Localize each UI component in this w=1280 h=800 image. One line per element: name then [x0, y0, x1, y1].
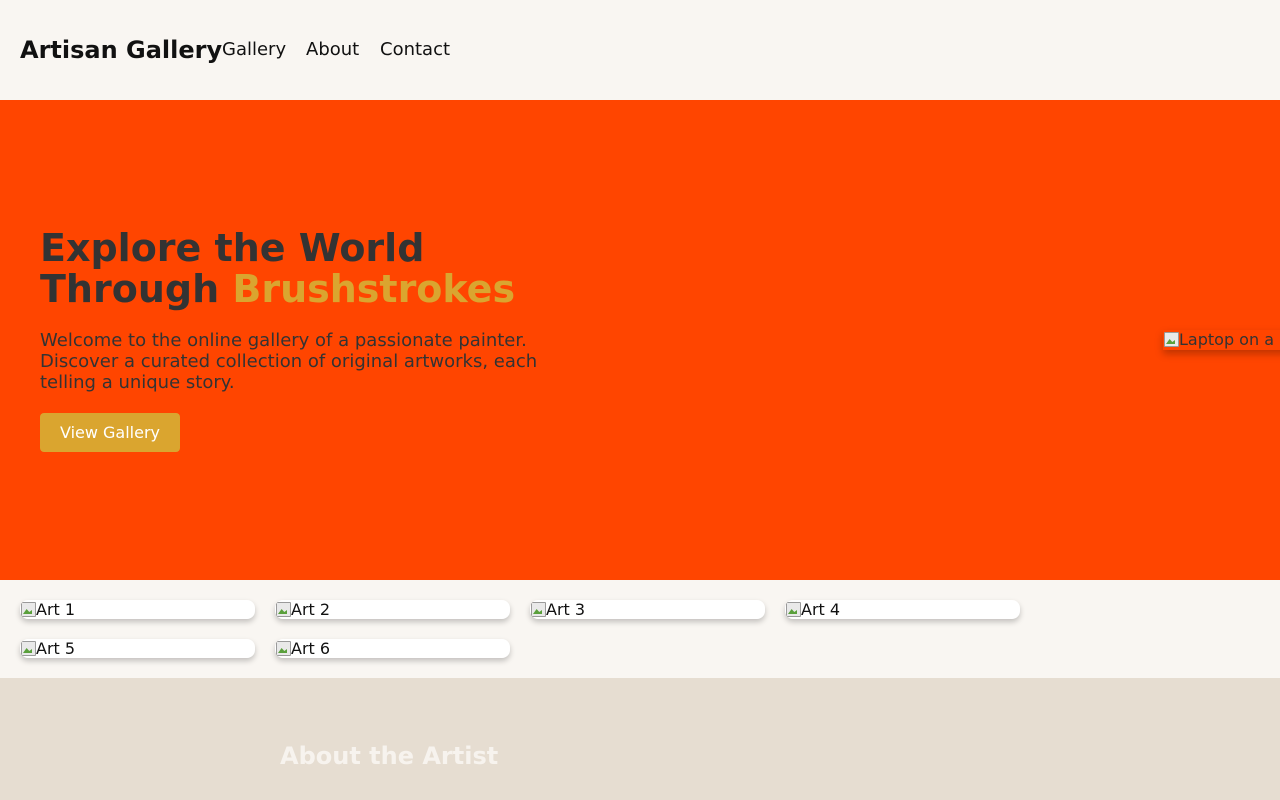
gallery-item-alt: Art 3 [546, 600, 586, 619]
hero-image-alt: Laptop on a [1179, 330, 1274, 349]
gallery-item-alt: Art 1 [36, 600, 76, 619]
about-section: About the Artist [0, 678, 1280, 800]
gallery-item[interactable]: Art 6 [275, 639, 510, 658]
gallery-item[interactable]: Art 2 [275, 600, 510, 619]
site-logo[interactable]: Artisan Gallery [20, 34, 222, 66]
view-gallery-button[interactable]: View Gallery [40, 413, 180, 452]
gallery-item-alt: Art 4 [801, 600, 841, 619]
gallery-item-alt: Art 5 [36, 639, 76, 658]
nav-link-contact[interactable]: Contact [380, 38, 450, 62]
hero-title-line2: Through [40, 267, 233, 311]
hero-title-accent: Brushstrokes [232, 267, 516, 311]
hero-image: Laptop on a [1163, 330, 1280, 350]
nav-link-gallery[interactable]: Gallery [222, 38, 286, 62]
broken-image-icon [1163, 331, 1179, 347]
gallery-grid: Art 1 Art 2 Art 3 Art 4 Art 5 Art 6 [0, 580, 1280, 678]
nav-link-about[interactable]: About [306, 38, 359, 62]
hero-section: Explore the World Through Brushstrokes W… [0, 100, 1280, 580]
broken-image-icon [20, 640, 36, 656]
site-header: Artisan Gallery Gallery About Contact [0, 0, 1280, 100]
about-title: About the Artist [280, 742, 499, 770]
gallery-item-alt: Art 2 [291, 600, 331, 619]
gallery-item[interactable]: Art 3 [530, 600, 765, 619]
broken-image-icon [275, 601, 291, 617]
broken-image-icon [785, 601, 801, 617]
broken-image-icon [530, 601, 546, 617]
hero-title: Explore the World Through Brushstrokes [40, 228, 600, 310]
gallery-item[interactable]: Art 4 [785, 600, 1020, 619]
hero-title-line1: Explore the World [40, 226, 425, 270]
broken-image-icon [275, 640, 291, 656]
gallery-item[interactable]: Art 1 [20, 600, 255, 619]
hero-description: Welcome to the online gallery of a passi… [40, 330, 538, 393]
gallery-item-alt: Art 6 [291, 639, 331, 658]
broken-image-icon [20, 601, 36, 617]
gallery-item[interactable]: Art 5 [20, 639, 255, 658]
